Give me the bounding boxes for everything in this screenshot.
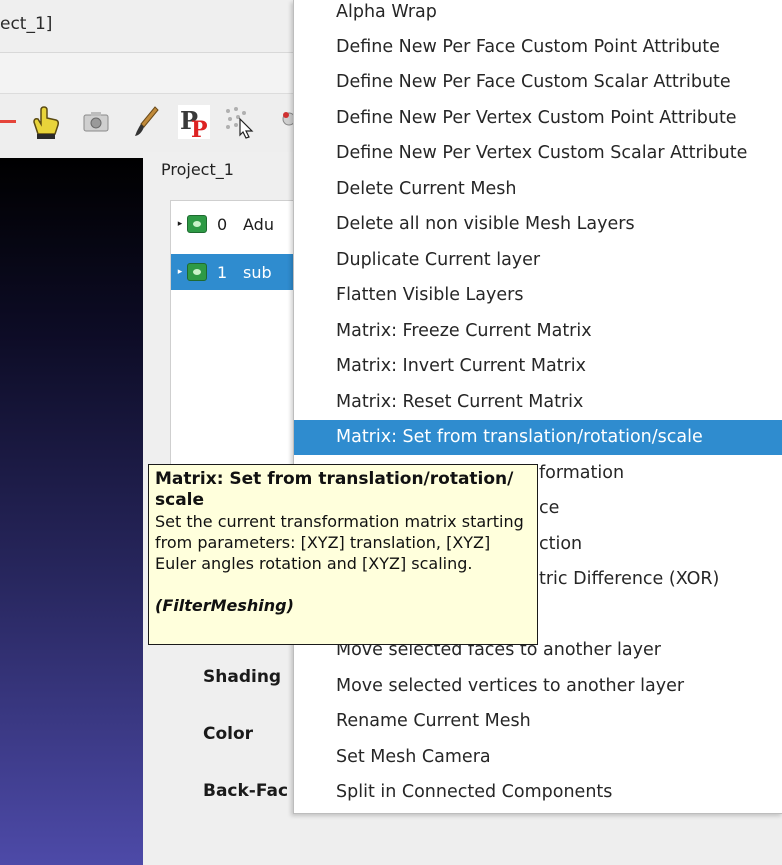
menu-item-define-face-point-attr[interactable]: Define New Per Face Custom Point Attribu…	[294, 30, 782, 65]
svg-text:P: P	[191, 117, 208, 141]
filter-tooltip: Matrix: Set from translation/rotation/ s…	[148, 464, 538, 645]
minus-red-icon[interactable]	[0, 102, 26, 142]
layer-name: Adu	[243, 214, 274, 234]
3d-viewport[interactable]	[0, 158, 143, 865]
layer-row-1[interactable]: ▸ 1 sub	[171, 254, 301, 290]
expand-arrow-icon[interactable]: ▸	[173, 267, 187, 277]
menu-item-set-mesh-camera[interactable]: Set Mesh Camera	[294, 740, 782, 775]
menu-item-define-vertex-point-attr[interactable]: Define New Per Vertex Custom Point Attri…	[294, 101, 782, 136]
toolbar: P P	[0, 94, 300, 152]
tooltip-plugin: (FilterMeshing)	[155, 596, 294, 615]
project-label: Project_1	[161, 160, 234, 179]
menu-item-define-face-scalar-attr[interactable]: Define New Per Face Custom Scalar Attrib…	[294, 65, 782, 100]
menu-item-matrix-freeze[interactable]: Matrix: Freeze Current Matrix	[294, 314, 782, 349]
shading-label: Shading	[203, 667, 282, 687]
backface-label: Back-Fac	[203, 781, 289, 801]
title-bar: ect_1]	[0, 0, 300, 53]
camera-icon[interactable]	[76, 102, 116, 142]
menu-item-delete-non-visible[interactable]: Delete all non visible Mesh Layers	[294, 207, 782, 242]
menu-item-delete-current-mesh[interactable]: Delete Current Mesh	[294, 172, 782, 207]
menu-bar	[0, 53, 300, 94]
layer-row-0[interactable]: ▸ 0 Adu	[171, 206, 301, 242]
paint-brush-icon[interactable]	[126, 102, 166, 142]
menu-item-define-vertex-scalar-attr[interactable]: Define New Per Vertex Custom Scalar Attr…	[294, 136, 782, 171]
menu-item-matrix-set-trs[interactable]: Matrix: Set from translation/rotation/sc…	[294, 420, 782, 455]
menu-item-matrix-reset[interactable]: Matrix: Reset Current Matrix	[294, 385, 782, 420]
layer-context-menu: Alpha Wrap Define New Per Face Custom Po…	[293, 0, 782, 814]
hand-pointer-icon[interactable]	[26, 102, 66, 142]
tooltip-title: Matrix: Set from translation/rotation/ s…	[155, 469, 514, 510]
expand-arrow-icon[interactable]: ▸	[173, 219, 187, 229]
menu-item-move-vertices[interactable]: Move selected vertices to another layer	[294, 669, 782, 704]
layer-index: 0	[217, 214, 228, 234]
menu-item-split-components[interactable]: Split in Connected Components	[294, 775, 782, 810]
menu-item-rename-mesh[interactable]: Rename Current Mesh	[294, 704, 782, 739]
window-title: ect_1]	[0, 14, 53, 34]
visibility-eye-icon[interactable]	[187, 263, 207, 281]
select-vertex-icon[interactable]	[220, 102, 260, 142]
tooltip-description: Set the current transformation matrix st…	[155, 512, 524, 573]
visibility-eye-icon[interactable]	[187, 215, 207, 233]
menu-item-matrix-invert[interactable]: Matrix: Invert Current Matrix	[294, 349, 782, 384]
color-label: Color	[203, 724, 254, 744]
menu-item-duplicate-layer[interactable]: Duplicate Current layer	[294, 243, 782, 278]
layer-index: 1	[217, 262, 228, 282]
layer-name: sub	[243, 262, 272, 282]
pp-plugin-icon[interactable]: P P	[174, 102, 214, 142]
menu-item-flatten-visible[interactable]: Flatten Visible Layers	[294, 278, 782, 313]
menu-item-alpha-wrap[interactable]: Alpha Wrap	[294, 0, 782, 30]
